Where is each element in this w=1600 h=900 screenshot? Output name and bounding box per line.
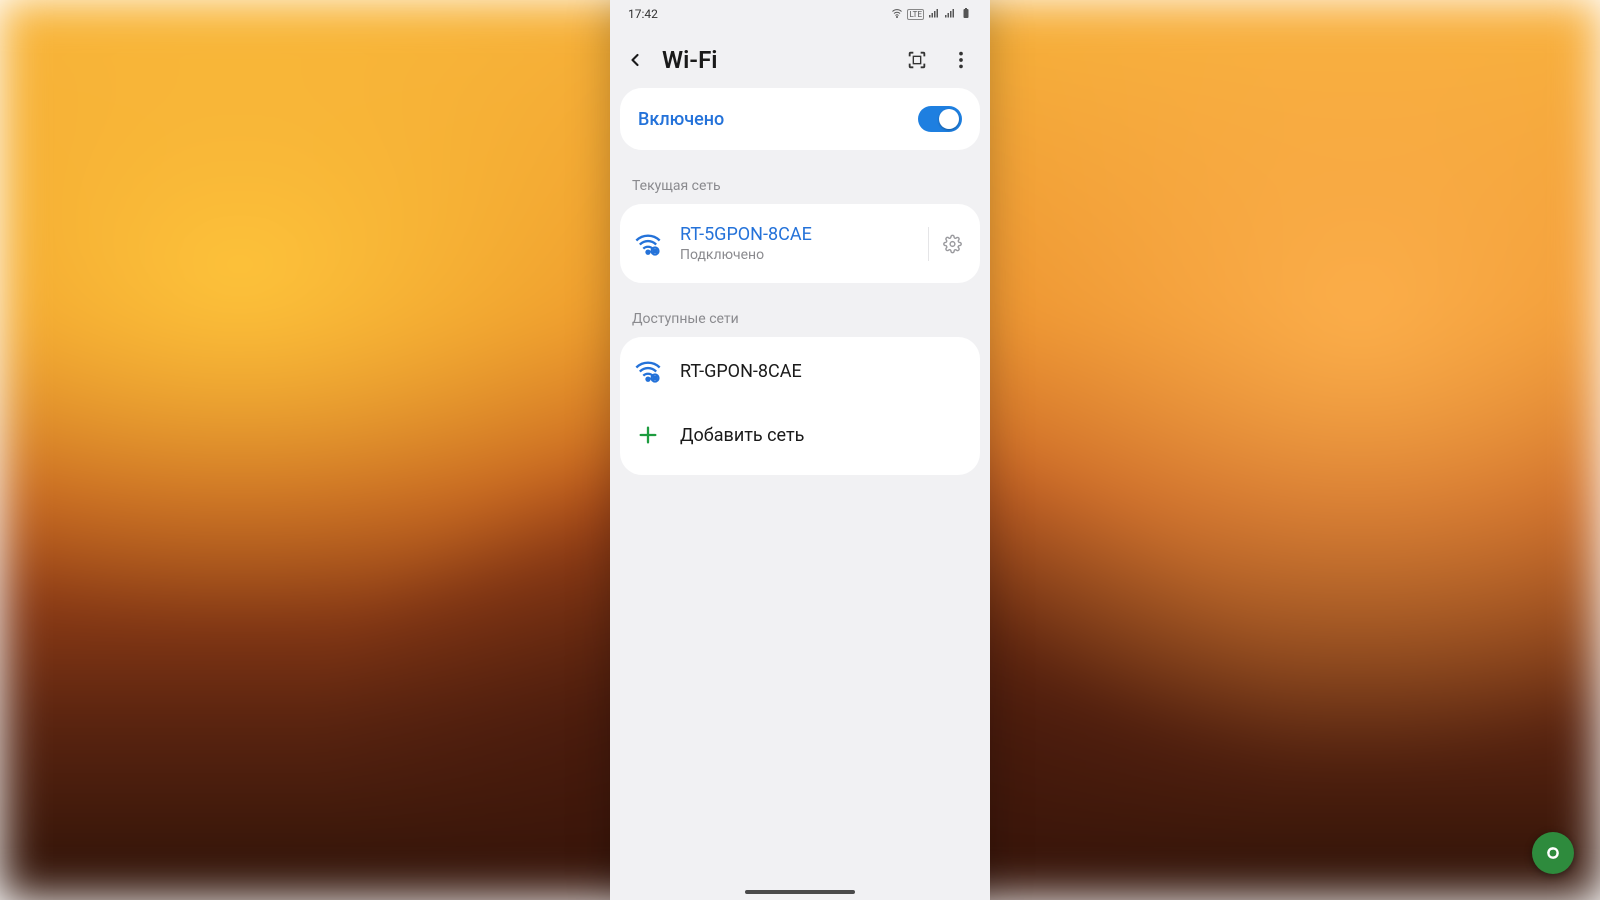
available-network-row[interactable]: RT-GPON-8CAE xyxy=(620,341,980,401)
available-networks-card: RT-GPON-8CAE Добавить сеть xyxy=(620,337,980,475)
gesture-bar[interactable] xyxy=(745,890,855,894)
wifi-signal-icon xyxy=(634,357,662,385)
wifi-status-icon xyxy=(891,7,903,22)
current-network-ssid: RT-5GPON-8CAE xyxy=(680,224,906,245)
back-button[interactable] xyxy=(622,47,648,73)
page-title: Wi-Fi xyxy=(662,46,892,74)
add-network-row[interactable]: Добавить сеть xyxy=(620,401,980,471)
current-network-card: RT-5GPON-8CAE Подключено xyxy=(620,204,980,283)
current-network-row[interactable]: RT-5GPON-8CAE Подключено xyxy=(620,208,980,279)
signal2-status-icon xyxy=(944,7,956,22)
current-network-section-label: Текущая сеть xyxy=(610,150,990,204)
qr-scan-button[interactable] xyxy=(906,49,928,71)
status-bar: 17:42 LTE xyxy=(610,0,990,28)
wifi-signal-icon xyxy=(634,230,662,258)
current-network-status: Подключено xyxy=(680,247,906,263)
wifi-toggle-label: Включено xyxy=(638,109,724,130)
page-header: Wi-Fi xyxy=(610,28,990,88)
available-network-ssid: RT-GPON-8CAE xyxy=(680,361,962,382)
more-options-button[interactable] xyxy=(950,49,972,71)
wifi-toggle-switch[interactable] xyxy=(918,106,962,132)
battery-status-icon xyxy=(960,7,972,22)
available-networks-section-label: Доступные сети xyxy=(610,283,990,337)
volte-status-icon: LTE xyxy=(907,9,924,20)
status-time: 17:42 xyxy=(628,7,658,21)
network-settings-button[interactable] xyxy=(928,227,962,261)
plus-icon xyxy=(634,421,662,449)
status-icons: LTE xyxy=(891,7,972,22)
overlay-fab-button[interactable] xyxy=(1532,832,1574,874)
add-network-label: Добавить сеть xyxy=(680,425,804,446)
phone-frame: 17:42 LTE Wi-Fi xyxy=(610,0,990,900)
wifi-toggle-card: Включено xyxy=(620,88,980,150)
signal-status-icon xyxy=(928,7,940,22)
